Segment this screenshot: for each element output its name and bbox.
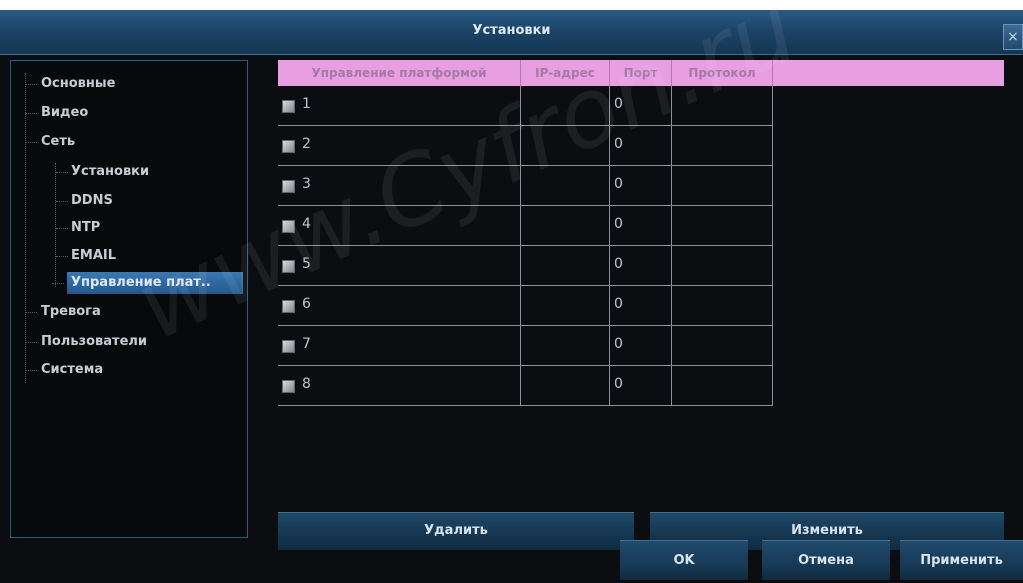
tree-line [25, 73, 26, 383]
port-cell: 0 [610, 326, 672, 365]
protocol-cell [672, 86, 773, 125]
row-number: 1 [302, 96, 311, 112]
ip-cell [521, 126, 610, 165]
table-row[interactable]: 20 [278, 126, 773, 166]
row-checkbox[interactable] [282, 260, 295, 273]
row-checkbox[interactable] [282, 140, 295, 153]
window-title: Установки [472, 23, 551, 38]
table-row[interactable]: 10 [278, 86, 773, 126]
row-number: 8 [302, 376, 311, 392]
menu-item-network-settings[interactable]: Установки [56, 161, 241, 183]
table-row[interactable]: 70 [278, 326, 773, 366]
ip-cell [521, 366, 610, 405]
port-value: 0 [614, 256, 623, 272]
port-cell: 0 [610, 206, 672, 245]
menu-item-platform-management[interactable]: Управление плат.. [52, 272, 243, 294]
protocol-cell [672, 246, 773, 285]
ok-button[interactable]: OK [620, 540, 748, 580]
row-number: 6 [302, 296, 311, 312]
menu-item-email[interactable]: EMAIL [56, 245, 241, 267]
menu-item-ddns[interactable]: DDNS [56, 190, 241, 212]
table-row[interactable]: 40 [278, 206, 773, 246]
menu-item-alarm[interactable]: Тревога [25, 301, 241, 323]
ip-cell [521, 246, 610, 285]
apply-button[interactable]: Применить [900, 540, 1023, 580]
port-value: 0 [614, 296, 623, 312]
port-value: 0 [614, 376, 623, 392]
port-cell: 0 [610, 166, 672, 205]
platform-cell: 6 [278, 286, 521, 325]
port-cell: 0 [610, 86, 672, 125]
table-header: Управление платформой IP-адрес Порт Прот… [278, 60, 1004, 86]
table-row[interactable]: 50 [278, 246, 773, 286]
platform-cell: 7 [278, 326, 521, 365]
row-number: 4 [302, 216, 311, 232]
title-bar: Установки × [0, 10, 1023, 55]
port-value: 0 [614, 96, 623, 112]
close-button[interactable]: × [1003, 24, 1023, 50]
platform-cell: 4 [278, 206, 521, 245]
menu-item-general[interactable]: Основные [25, 73, 241, 95]
platform-cell: 3 [278, 166, 521, 205]
protocol-cell [672, 166, 773, 205]
port-value: 0 [614, 336, 623, 352]
port-value: 0 [614, 176, 623, 192]
ip-cell [521, 326, 610, 365]
ip-cell [521, 166, 610, 205]
port-cell: 0 [610, 366, 672, 405]
port-cell: 0 [610, 246, 672, 285]
row-checkbox[interactable] [282, 180, 295, 193]
delete-button[interactable]: Удалить [278, 512, 634, 550]
port-cell: 0 [610, 126, 672, 165]
platform-cell: 5 [278, 246, 521, 285]
port-value: 0 [614, 136, 623, 152]
menu-item-ntp[interactable]: NTP [56, 217, 241, 239]
ip-cell [521, 286, 610, 325]
settings-window: Установки × Основные Видео Сеть Установк… [0, 0, 1023, 583]
menu-item-video[interactable]: Видео [25, 102, 241, 124]
protocol-cell [672, 126, 773, 165]
tree-line-sub [55, 163, 56, 287]
row-checkbox[interactable] [282, 380, 295, 393]
protocol-cell [672, 326, 773, 365]
protocol-cell [672, 366, 773, 405]
table-row[interactable]: 60 [278, 286, 773, 326]
row-checkbox[interactable] [282, 100, 295, 113]
port-cell: 0 [610, 286, 672, 325]
ip-cell [521, 86, 610, 125]
menu-item-system[interactable]: Система [25, 359, 241, 381]
port-value: 0 [614, 216, 623, 232]
platform-management-panel: Управление платформой IP-адрес Порт Прот… [278, 60, 1004, 550]
column-ip-address: IP-адрес [521, 60, 610, 86]
row-number: 5 [302, 256, 311, 272]
menu-item-network[interactable]: Сеть [25, 131, 241, 153]
column-platform: Управление платформой [278, 60, 521, 86]
platform-cell: 1 [278, 86, 521, 125]
row-checkbox[interactable] [282, 300, 295, 313]
row-number: 7 [302, 336, 311, 352]
column-protocol: Протокол [672, 60, 773, 86]
platform-cell: 8 [278, 366, 521, 405]
platform-table: 1020304050607080 [278, 86, 773, 406]
row-number: 3 [302, 176, 311, 192]
ip-cell [521, 206, 610, 245]
protocol-cell [672, 286, 773, 325]
settings-menu-tree: Основные Видео Сеть Установки DDNS NTP E… [10, 60, 248, 538]
cancel-button[interactable]: Отмена [762, 540, 890, 580]
row-checkbox[interactable] [282, 220, 295, 233]
platform-cell: 2 [278, 126, 521, 165]
column-port: Порт [610, 60, 672, 86]
protocol-cell [672, 206, 773, 245]
table-row[interactable]: 80 [278, 366, 773, 406]
table-row[interactable]: 30 [278, 166, 773, 206]
row-checkbox[interactable] [282, 340, 295, 353]
row-number: 2 [302, 136, 311, 152]
menu-item-users[interactable]: Пользователи [25, 331, 241, 353]
